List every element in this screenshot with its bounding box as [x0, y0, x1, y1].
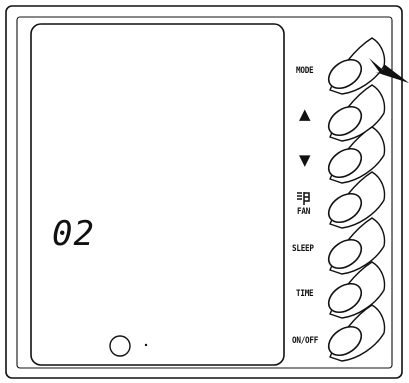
lcd-screen — [30, 23, 285, 366]
down-triangle-icon[interactable]: ▼ — [299, 153, 311, 168]
fan-button-label: FAN — [297, 207, 311, 217]
indicator-light — [109, 335, 131, 357]
time-button-label: TIME — [296, 289, 314, 299]
lcd-display-value: 02 — [52, 214, 95, 254]
sleep-button-label: SLEEP — [292, 244, 314, 254]
up-triangle-icon[interactable]: ▲ — [299, 107, 311, 122]
remote-control-panel — [5, 5, 409, 379]
onoff-button-label: ON/OFF — [292, 336, 319, 346]
mode-button-label: MODE — [296, 66, 314, 76]
indicator-dot — [144, 343, 148, 347]
fan-icon — [297, 192, 310, 205]
